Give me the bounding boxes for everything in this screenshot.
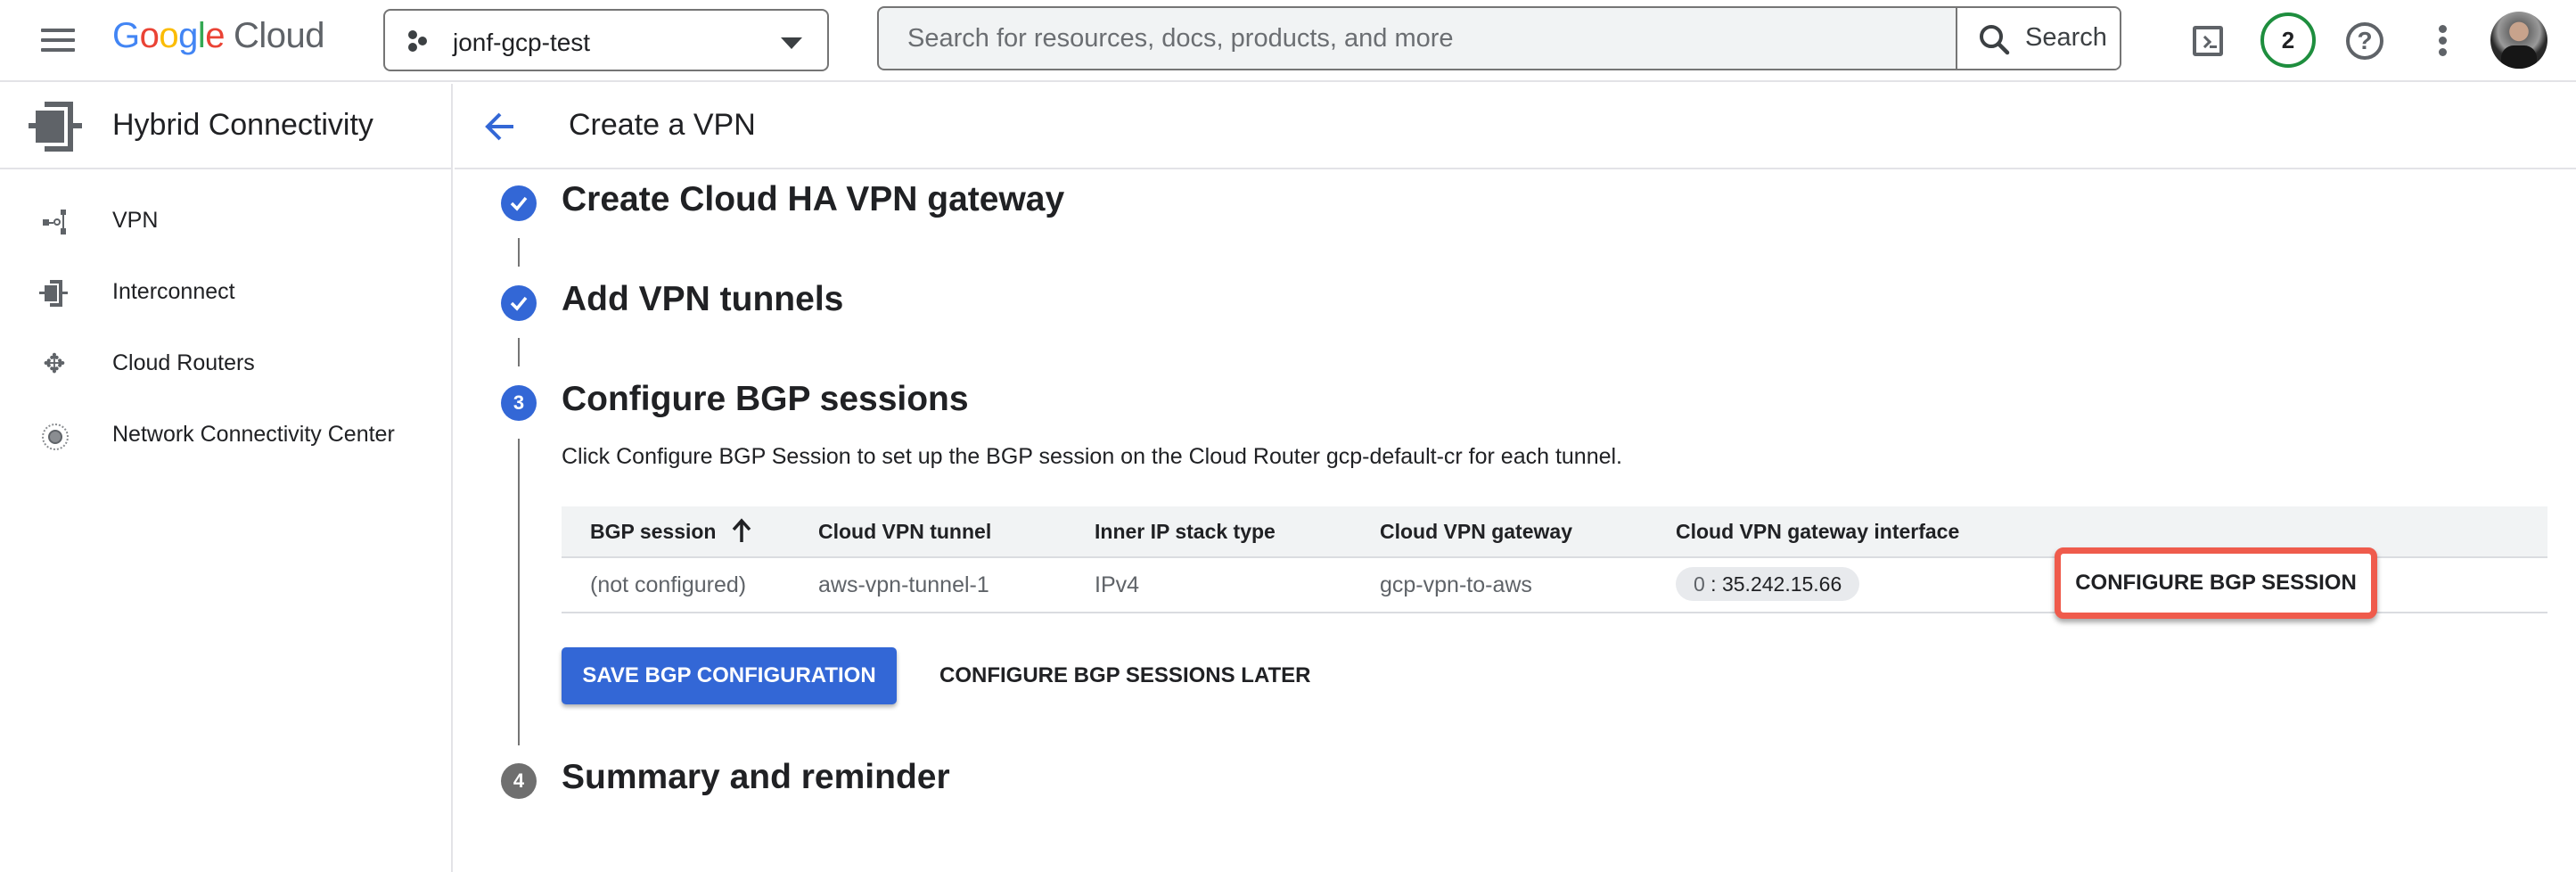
step-connector xyxy=(518,238,520,267)
configure-bgp-sessions-later-button[interactable]: CONFIGURE BGP SESSIONS LATER xyxy=(922,647,1329,704)
notifications-badge[interactable]: 2 xyxy=(2260,12,2316,68)
sidebar-item-vpn[interactable]: VPN xyxy=(0,189,451,251)
step-complete-check-icon xyxy=(501,285,537,321)
main-content: Create a VPN Create Cloud HA VPN gateway… xyxy=(455,84,2576,872)
step-number-badge: 3 xyxy=(501,385,537,421)
search-bar: Search xyxy=(877,6,2121,70)
cell-inner-ip-stack-type: IPv4 xyxy=(1095,572,1140,597)
cell-cloud-vpn-tunnel: aws-vpn-tunnel-1 xyxy=(818,572,989,597)
column-header-cloud-vpn-gateway-interface: Cloud VPN gateway interface xyxy=(1676,520,1960,543)
interface-ip: 35.242.15.66 xyxy=(1721,572,1842,596)
menu-icon[interactable] xyxy=(41,27,75,53)
back-button[interactable] xyxy=(481,107,521,146)
column-header-bgp-session[interactable]: BGP session xyxy=(590,520,716,544)
cloud-router-icon: ✥ xyxy=(43,350,66,379)
search-button-label: Search xyxy=(2025,23,2107,52)
table-row: (not configured) aws-vpn-tunnel-1 IPv4 g… xyxy=(562,547,2547,619)
interconnect-icon xyxy=(39,280,70,307)
sidebar: Hybrid Connectivity VPN Interconnect ✥ C… xyxy=(0,84,453,872)
sidebar-item-network-connectivity-center[interactable]: Network Connectivity Center xyxy=(0,403,451,465)
logo-google: Google xyxy=(112,16,226,55)
step-title: Configure BGP sessions xyxy=(562,380,969,418)
project-icon xyxy=(408,30,430,53)
sidebar-item-label: Network Connectivity Center xyxy=(112,422,395,447)
arrow-back-icon xyxy=(485,112,513,141)
column-header-cloud-vpn-gateway: Cloud VPN gateway xyxy=(1380,520,1572,543)
step-connector xyxy=(518,338,520,366)
column-header-inner-ip-stack-type: Inner IP stack type xyxy=(1095,520,1276,543)
cell-cloud-vpn-gateway: gcp-vpn-to-aws xyxy=(1380,572,1532,597)
step-title[interactable]: Add VPN tunnels xyxy=(562,280,843,319)
project-name: jonf-gcp-test xyxy=(453,29,591,56)
cloud-shell-icon[interactable] xyxy=(2193,26,2223,56)
step-title[interactable]: Create Cloud HA VPN gateway xyxy=(562,180,1064,219)
sidebar-item-cloud-routers[interactable]: ✥ Cloud Routers xyxy=(0,332,451,394)
bgp-step-description: Click Configure BGP Session to set up th… xyxy=(562,444,1623,469)
search-icon xyxy=(1980,25,2010,55)
vpn-icon xyxy=(39,209,70,235)
page-title: Create a VPN xyxy=(569,108,756,142)
sidebar-header: Hybrid Connectivity xyxy=(0,84,451,169)
google-cloud-logo[interactable]: Google Cloud xyxy=(112,16,325,56)
save-bgp-configuration-button[interactable]: SAVE BGP CONFIGURATION xyxy=(562,647,897,704)
project-picker[interactable]: jonf-gcp-test xyxy=(383,9,829,71)
cell-bgp-session: (not configured) xyxy=(590,572,747,597)
interface-index: 0 xyxy=(1694,572,1705,596)
network-connectivity-center-icon xyxy=(39,423,70,450)
column-header-cloud-vpn-tunnel: Cloud VPN tunnel xyxy=(818,520,992,543)
help-icon[interactable]: ? xyxy=(2346,22,2383,60)
step-complete-check-icon xyxy=(501,185,537,221)
dropdown-caret-icon xyxy=(781,37,802,49)
interface-chip: 0 : 35.242.15.66 xyxy=(1676,567,1860,601)
sidebar-item-label: VPN xyxy=(112,208,159,233)
sort-ascending-icon[interactable] xyxy=(731,517,752,544)
page-header: Create a VPN xyxy=(455,84,2576,169)
step-title: Summary and reminder xyxy=(562,758,950,796)
sidebar-item-label: Interconnect xyxy=(112,279,235,304)
avatar[interactable] xyxy=(2490,12,2547,69)
search-button[interactable]: Search xyxy=(1956,8,2120,69)
more-vert-icon[interactable] xyxy=(2439,25,2448,57)
logo-cloud: Cloud xyxy=(234,16,325,55)
hybrid-connectivity-icon xyxy=(29,102,82,152)
step-connector xyxy=(518,439,520,745)
search-input[interactable] xyxy=(879,8,1956,69)
product-title: Hybrid Connectivity xyxy=(112,108,373,142)
sidebar-item-label: Cloud Routers xyxy=(112,350,255,375)
step-number-badge: 4 xyxy=(501,763,537,799)
top-bar: GoogleCloud jonf-gcp-test Search 2 ? xyxy=(0,0,2576,82)
sidebar-item-interconnect[interactable]: Interconnect xyxy=(0,260,451,323)
configure-bgp-session-button[interactable]: CONFIGURE BGP SESSION xyxy=(2055,547,2377,619)
